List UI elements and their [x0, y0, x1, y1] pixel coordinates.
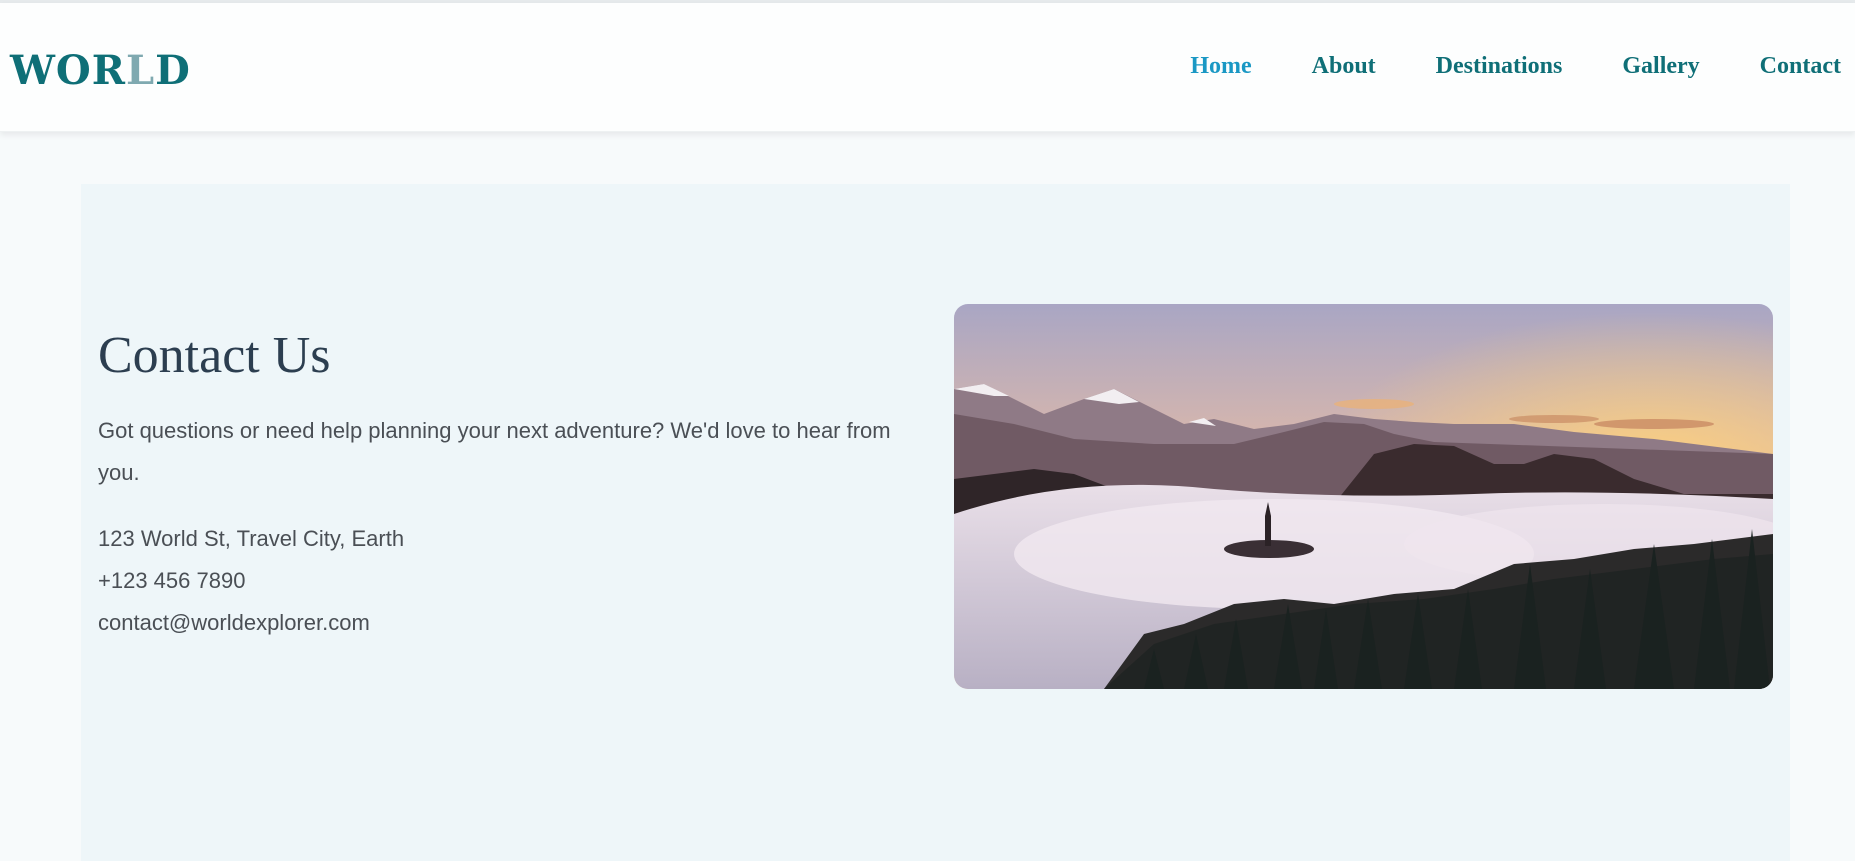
site-logo[interactable]: WORLD	[10, 47, 191, 94]
contact-address: 123 World St, Travel City, Earth	[98, 526, 405, 551]
nav-gallery-link[interactable]: Gallery	[1622, 53, 1699, 80]
nav-home-link[interactable]: Home	[1190, 53, 1251, 80]
nav-contact-link[interactable]: Contact	[1760, 53, 1841, 80]
main-nav: Home About Destinations Gallery Contact	[1190, 53, 1841, 80]
misty-mountain-lake-image	[954, 304, 1773, 689]
contact-title: Contact Us	[98, 327, 331, 384]
contact-phone[interactable]: +123 456 7890	[98, 568, 245, 594]
site-header: WORLD Home About Destinations Gallery Co…	[0, 3, 1855, 132]
contact-email[interactable]: contact@worldexplorer.com	[98, 610, 370, 636]
nav-destinations-link[interactable]: Destinations	[1436, 53, 1563, 80]
nav-about-link[interactable]: About	[1312, 53, 1376, 80]
contact-description: Got questions or need help planning your…	[98, 418, 891, 485]
